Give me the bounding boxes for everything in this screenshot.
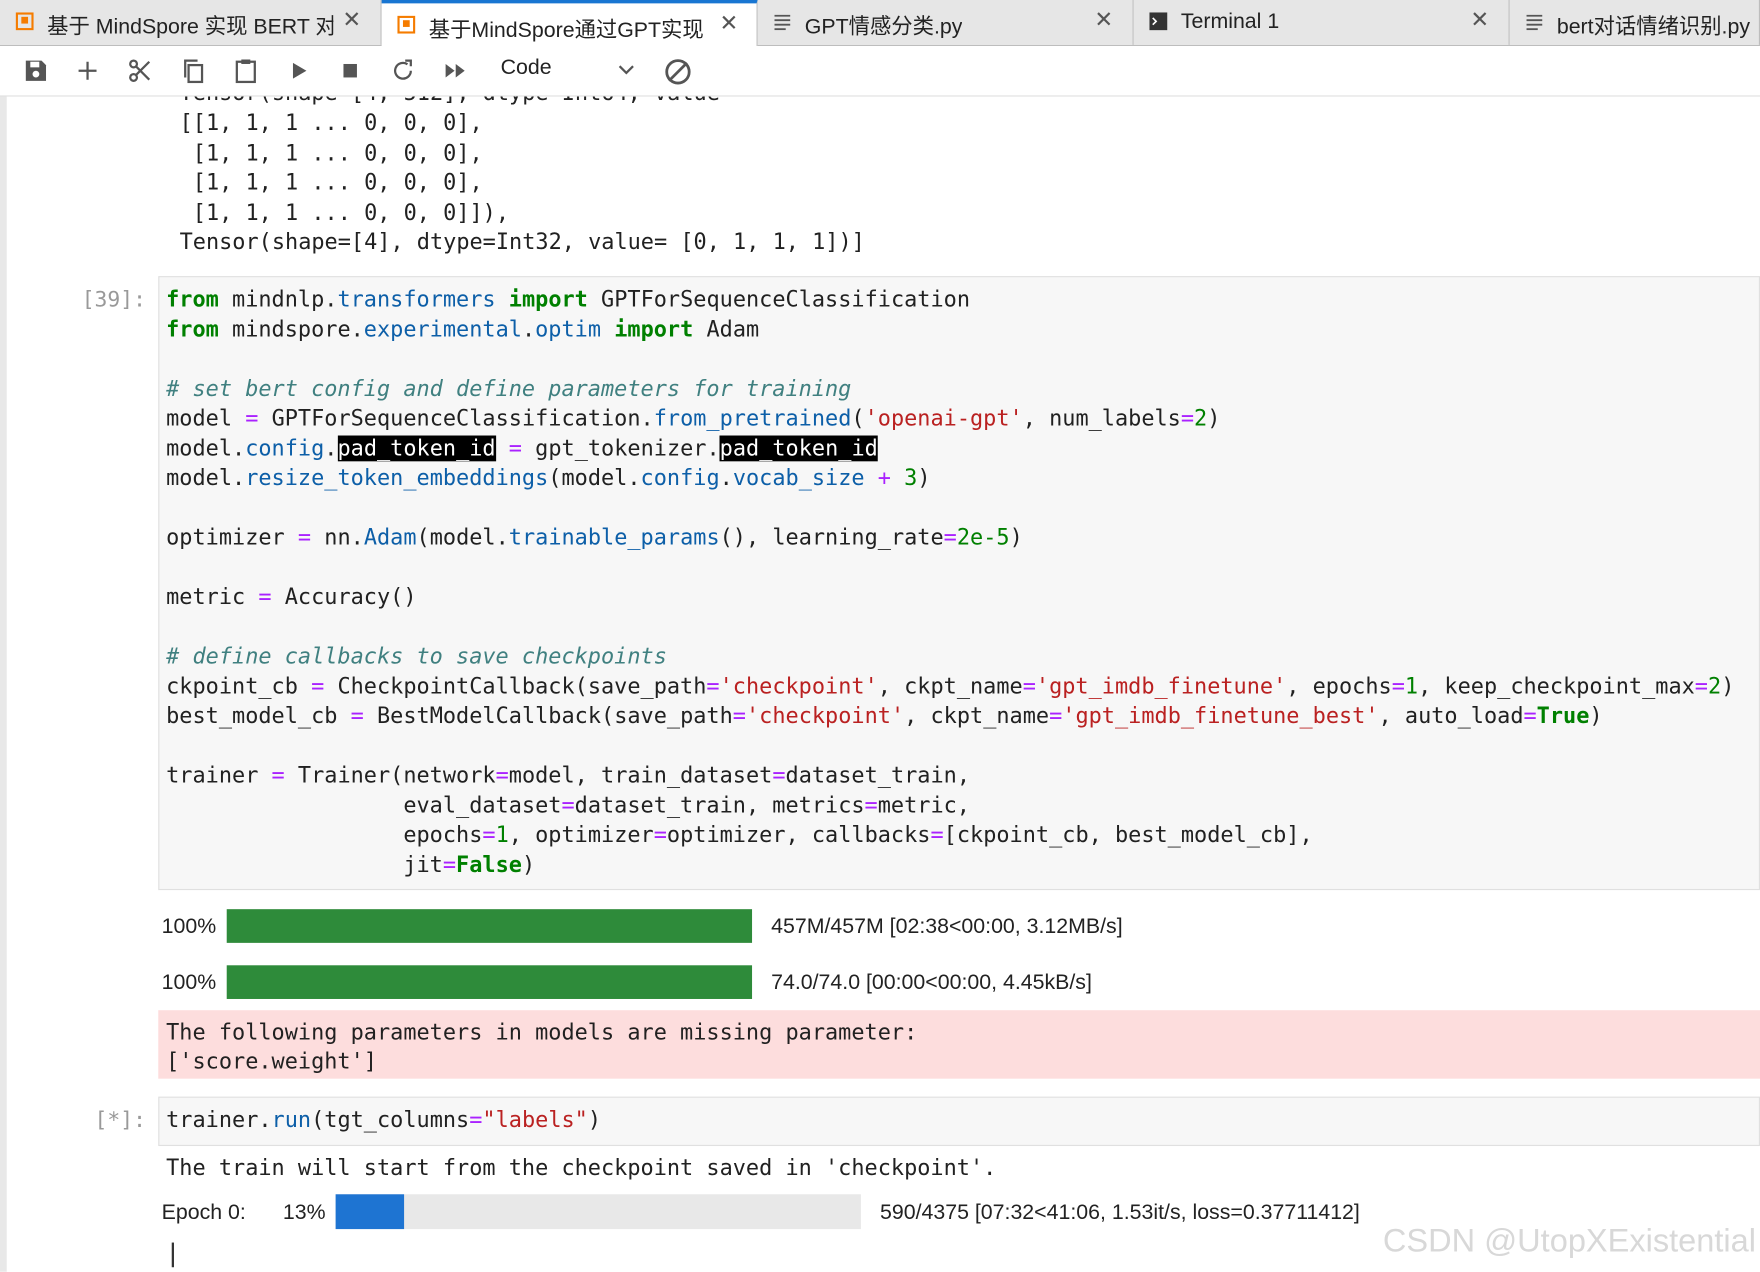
close-icon[interactable]: ✕ <box>1094 9 1113 31</box>
kernel-status-icon <box>665 59 691 85</box>
code-line: # set bert config and define parameters … <box>166 375 852 402</box>
code-line: model = GPTForSequenceClassification.fro… <box>166 405 1221 432</box>
progress-fill <box>226 909 753 943</box>
tab-label: bert对话情绪识别.py <box>1556 15 1751 40</box>
cell-prompt: [39]: <box>81 287 146 313</box>
progress-bar <box>226 965 753 999</box>
code-line: model.config.pad_token_id = gpt_tokenize… <box>166 434 878 461</box>
paste-icon[interactable] <box>232 57 259 84</box>
previous-output-line: [1, 1, 1 ... 0, 0, 0], <box>179 140 483 167</box>
copy-icon[interactable] <box>180 57 207 84</box>
code-editor[interactable]: from mindnlp.transformers import GPTForS… <box>166 285 1734 880</box>
progress-bar <box>335 1194 861 1230</box>
tab-label: 基于MindSpore通过GPT实现 <box>428 19 704 43</box>
watermark: CSDN @UtopXExistential <box>1382 1223 1757 1260</box>
code-line: metric = Accuracy() <box>166 583 417 610</box>
left-gutter <box>0 96 7 1272</box>
stderr-line: The following parameters in models are m… <box>166 1019 918 1046</box>
progress-stats: 457M/457M [02:38<00:00, 3.12MB/s] <box>771 914 1123 939</box>
tab-label: Terminal 1 <box>1180 10 1280 34</box>
close-icon[interactable]: ✕ <box>1470 9 1489 31</box>
previous-output-line: Tensor(shape=[4], dtype=Int32, value= [0… <box>179 228 865 255</box>
fast-forward-icon[interactable] <box>442 57 469 84</box>
restart-icon[interactable] <box>389 57 416 84</box>
text-cursor <box>171 1242 174 1268</box>
code-line: trainer = Trainer(network=model, train_d… <box>166 762 971 788</box>
tab-label: 基于 MindSpore 实现 BERT 对 <box>47 15 334 40</box>
progress-percent: 13% <box>282 1201 326 1225</box>
progress-bar <box>226 909 753 943</box>
tab-terminal[interactable]: Terminal 1 ✕ <box>1133 0 1510 45</box>
close-icon[interactable]: ✕ <box>342 9 361 31</box>
code-line: jit=False) <box>166 851 536 878</box>
cell-type-select[interactable]: Code <box>501 56 552 81</box>
cut-icon[interactable] <box>127 57 154 84</box>
save-icon[interactable] <box>22 57 49 84</box>
code-line: # define callbacks to save checkpoints <box>166 643 667 669</box>
notebook-icon <box>15 12 34 31</box>
previous-output-line: [1, 1, 1 ... 0, 0, 0], <box>179 169 483 196</box>
code-line: model.resize_token_embeddings(model.conf… <box>166 464 931 491</box>
progress-percent: 100% <box>161 970 217 995</box>
progress-fill <box>335 1194 404 1230</box>
run-icon[interactable] <box>285 57 312 84</box>
code-line: from mindspore.experimental.optim import… <box>166 315 760 342</box>
stderr-line: ['score.weight'] <box>166 1048 377 1075</box>
cell-prompt: [*]: <box>94 1107 146 1133</box>
chevron-down-icon[interactable] <box>615 58 637 80</box>
jupyter-window: 基于 MindSpore 实现 BERT 对 ✕ 基于MindSpore通过GP… <box>0 0 1760 1272</box>
code-line: ckpoint_cb = CheckpointCallback(save_pat… <box>166 672 1735 699</box>
add-cell-icon[interactable] <box>74 57 101 84</box>
progress-percent: 100% <box>161 914 217 939</box>
code-line: eval_dataset=dataset_train, metrics=metr… <box>166 791 970 818</box>
text-file-icon <box>1526 14 1543 31</box>
code-line: from mindnlp.transformers import GPTForS… <box>166 286 971 313</box>
stop-icon[interactable] <box>337 57 364 84</box>
tab-bert-py[interactable]: bert对话情绪识别.py <box>1509 0 1760 45</box>
tab-gpt-notebook[interactable]: 基于MindSpore通过GPT实现 ✕ <box>381 0 758 47</box>
notebook-icon <box>397 15 416 34</box>
progress-stats: 74.0/74.0 [00:00<00:00, 4.45kB/s] <box>771 970 1092 995</box>
previous-output-line: [1, 1, 1 ... 0, 0, 0]]), <box>179 199 510 226</box>
progress-fill <box>226 965 753 999</box>
tab-gpt-py[interactable]: GPT情感分类.py ✕ <box>757 0 1134 45</box>
code-editor[interactable]: trainer.run(tgt_columns="labels") <box>166 1106 601 1136</box>
notebook-toolbar <box>0 46 1760 97</box>
tab-label: GPT情感分类.py <box>804 15 963 40</box>
stream-output-line: The train will start from the checkpoint… <box>166 1155 997 1181</box>
progress-stats: 590/4375 [07:32<41:06, 1.53it/s, loss=0.… <box>880 1201 1360 1225</box>
tab-bert-notebook[interactable]: 基于 MindSpore 实现 BERT 对 ✕ <box>0 0 382 45</box>
close-icon[interactable]: ✕ <box>719 12 738 34</box>
terminal-icon <box>1149 12 1168 31</box>
epoch-label: Epoch 0: <box>161 1201 246 1225</box>
previous-output-line: [[1, 1, 1 ... 0, 0, 0], <box>179 110 483 136</box>
tab-bar: 基于 MindSpore 实现 BERT 对 ✕ 基于MindSpore通过GP… <box>0 0 1760 47</box>
text-file-icon <box>774 14 791 31</box>
code-line: epochs=1, optimizer=optimizer, callbacks… <box>166 821 1313 848</box>
code-line: best_model_cb = BestModelCallback(save_p… <box>166 702 1603 729</box>
code-line: optimizer = nn.Adam(model.trainable_para… <box>166 524 1023 551</box>
